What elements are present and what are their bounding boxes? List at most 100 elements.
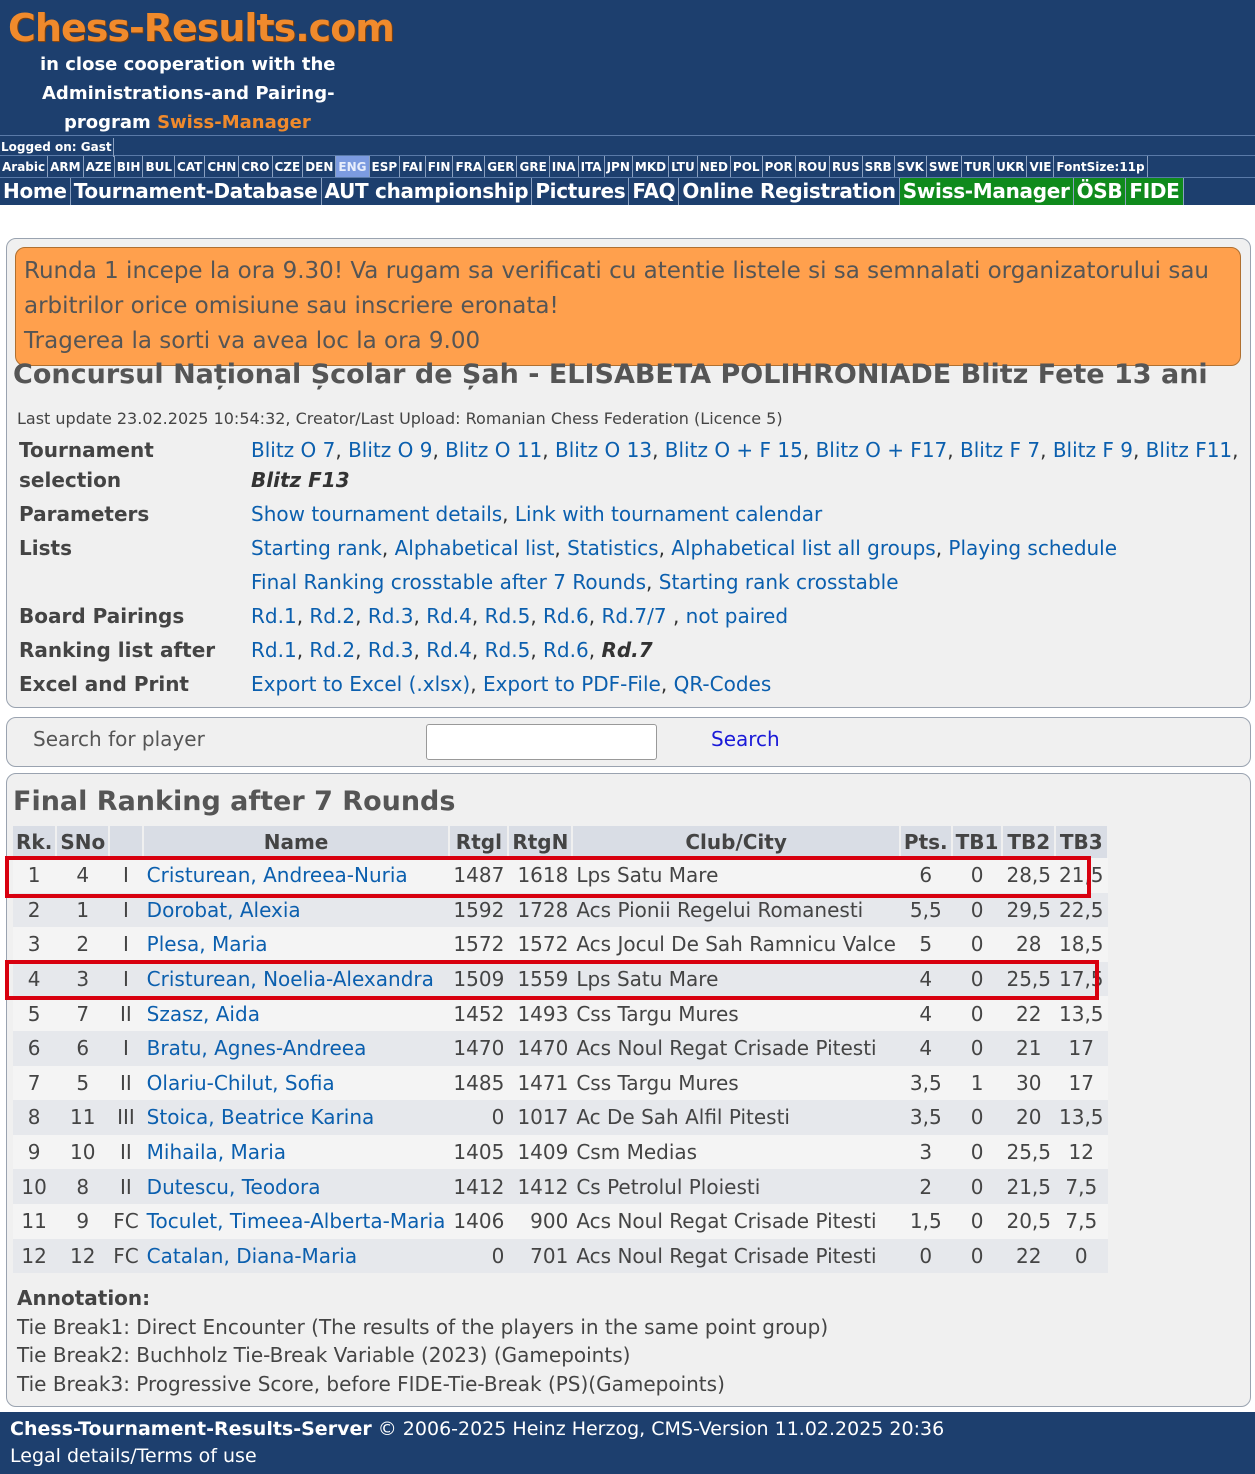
- link-final-ranking-crosstable-after-7-rounds[interactable]: Final Ranking crosstable after 7 Rounds: [251, 570, 646, 594]
- link-alphabetical-list-all-groups[interactable]: Alphabetical list all groups: [671, 536, 935, 560]
- language-mkd[interactable]: MKD: [633, 156, 670, 177]
- link-rd-6[interactable]: Rd.6: [543, 638, 589, 662]
- language-por[interactable]: POR: [763, 156, 796, 177]
- link-blitz-o-7[interactable]: Blitz O 7: [251, 438, 335, 462]
- language-rus[interactable]: RUS: [830, 156, 863, 177]
- link-blitz-o-9[interactable]: Blitz O 9: [348, 438, 432, 462]
- link-rd-5[interactable]: Rd.5: [485, 604, 531, 628]
- menu-item-faq[interactable]: FAQ: [629, 178, 680, 205]
- link-alphabetical-list[interactable]: Alphabetical list: [395, 536, 555, 560]
- language-bih[interactable]: BIH: [115, 156, 144, 177]
- link-rd-2[interactable]: Rd.2: [309, 604, 355, 628]
- menu-item-swiss-manager[interactable]: Swiss-Manager: [899, 178, 1074, 205]
- player-link[interactable]: Catalan, Diana-Maria: [147, 1244, 357, 1268]
- link-blitz-o-f17[interactable]: Blitz O + F17: [816, 438, 948, 462]
- param-label: Ranking list after: [19, 638, 216, 662]
- link-starting-rank[interactable]: Starting rank: [251, 536, 382, 560]
- language-ukr[interactable]: UKR: [994, 156, 1028, 177]
- menu-item-tournament-database[interactable]: Tournament-Database: [71, 178, 322, 205]
- link-not-paired[interactable]: not paired: [686, 604, 788, 628]
- language-fin[interactable]: FIN: [426, 156, 454, 177]
- link-rd-7-7[interactable]: Rd.7/7: [601, 604, 673, 628]
- language-aze[interactable]: AZE: [84, 156, 115, 177]
- player-name-cell: Catalan, Diana-Maria: [142, 1238, 450, 1274]
- language-arm[interactable]: ARM: [48, 156, 84, 177]
- language-vie[interactable]: VIE: [1027, 156, 1055, 177]
- player-link[interactable]: Cristurean, Andreea-Nuria: [147, 863, 408, 887]
- menu-item-home[interactable]: Home: [0, 178, 71, 205]
- language-den[interactable]: DEN: [303, 156, 337, 177]
- language-eng[interactable]: ENG: [336, 156, 370, 177]
- link-link-with-tournament-calendar[interactable]: Link with tournament calendar: [515, 502, 822, 526]
- link-starting-rank-crosstable[interactable]: Starting rank crosstable: [659, 570, 899, 594]
- language-swe[interactable]: SWE: [927, 156, 962, 177]
- language-arabic[interactable]: Arabic: [0, 156, 49, 177]
- player-link[interactable]: Toculet, Timeea-Alberta-Maria: [147, 1209, 446, 1233]
- language-fai[interactable]: FAI: [400, 156, 426, 177]
- link-playing-schedule[interactable]: Playing schedule: [948, 536, 1117, 560]
- param-row-lists: Lists Starting rank, Alphabetical list, …: [19, 533, 1244, 597]
- language-gre[interactable]: GRE: [517, 156, 550, 177]
- language-rou[interactable]: ROU: [796, 156, 830, 177]
- column-header-tb2: TB2: [1002, 826, 1056, 858]
- language-ger[interactable]: GER: [485, 156, 518, 177]
- site-logo[interactable]: Chess-Results.com in close cooperation w…: [8, 6, 395, 137]
- menu-item-pictures[interactable]: Pictures: [532, 178, 630, 205]
- language-svk[interactable]: SVK: [895, 156, 927, 177]
- link-rd-3[interactable]: Rd.3: [368, 604, 414, 628]
- language-ina[interactable]: INA: [550, 156, 579, 177]
- menu-item-fide[interactable]: FIDE: [1126, 178, 1184, 205]
- menu-item-online-registration[interactable]: Online Registration: [679, 178, 900, 205]
- link-blitz-o-11[interactable]: Blitz O 11: [445, 438, 542, 462]
- language-fontsize-11p[interactable]: FontSize:11p: [1054, 156, 1148, 177]
- link-export-to-excel-xlsx[interactable]: Export to Excel (.xlsx): [251, 672, 470, 696]
- language-chn[interactable]: CHN: [205, 156, 240, 177]
- player-link[interactable]: Bratu, Agnes-Andreea: [147, 1036, 367, 1060]
- link-qr-codes[interactable]: QR-Codes: [674, 672, 772, 696]
- link-blitz-f-9[interactable]: Blitz F 9: [1053, 438, 1133, 462]
- language-srb[interactable]: SRB: [863, 156, 895, 177]
- link-rd-4[interactable]: Rd.4: [426, 638, 472, 662]
- language-tur[interactable]: TUR: [962, 156, 995, 177]
- link-rd-1[interactable]: Rd.1: [251, 604, 297, 628]
- language-cat[interactable]: CAT: [175, 156, 206, 177]
- menu-item-aut-championship[interactable]: AUT championship: [322, 178, 533, 205]
- language-ita[interactable]: ITA: [579, 156, 605, 177]
- cell-sno: 5: [56, 1065, 110, 1101]
- language-bul[interactable]: BUL: [143, 156, 175, 177]
- language-ltu[interactable]: LTU: [669, 156, 698, 177]
- link-rd-5[interactable]: Rd.5: [485, 638, 531, 662]
- link-rd-6[interactable]: Rd.6: [543, 604, 589, 628]
- player-link[interactable]: Dutescu, Teodora: [147, 1175, 321, 1199]
- player-link[interactable]: Stoica, Beatrice Karina: [147, 1105, 375, 1129]
- link-show-tournament-details[interactable]: Show tournament details: [251, 502, 502, 526]
- language-fra[interactable]: FRA: [453, 156, 486, 177]
- search-input[interactable]: [426, 724, 657, 760]
- player-link[interactable]: Szasz, Aida: [147, 1002, 260, 1026]
- link-rd-4[interactable]: Rd.4: [426, 604, 472, 628]
- language-cro[interactable]: CRO: [239, 156, 273, 177]
- link-blitz-o-f-15[interactable]: Blitz O + F 15: [665, 438, 803, 462]
- link-blitz-o-13[interactable]: Blitz O 13: [555, 438, 652, 462]
- search-button[interactable]: Search: [711, 727, 780, 751]
- link-rd-2[interactable]: Rd.2: [309, 638, 355, 662]
- footer-legal-link[interactable]: Legal details/Terms of use: [10, 1443, 1245, 1470]
- language-cze[interactable]: CZE: [273, 156, 304, 177]
- menu-item-sb[interactable]: ÖSB: [1073, 178, 1127, 205]
- link-blitz-f11[interactable]: Blitz F11: [1146, 438, 1232, 462]
- language-esp[interactable]: ESP: [370, 156, 401, 177]
- language-jpn[interactable]: JPN: [605, 156, 633, 177]
- link-rd-3[interactable]: Rd.3: [368, 638, 414, 662]
- player-link[interactable]: Cristurean, Noelia-Alexandra: [147, 967, 434, 991]
- player-link[interactable]: Mihaila, Maria: [147, 1140, 286, 1164]
- link-blitz-f-7[interactable]: Blitz F 7: [960, 438, 1040, 462]
- player-link[interactable]: Olariu-Chilut, Sofia: [147, 1071, 335, 1095]
- language-ned[interactable]: NED: [698, 156, 731, 177]
- link-statistics[interactable]: Statistics: [567, 536, 658, 560]
- player-link[interactable]: Dorobat, Alexia: [147, 898, 301, 922]
- link-rd-1[interactable]: Rd.1: [251, 638, 297, 662]
- annotation: Annotation: Tie Break1: Direct Encounter…: [17, 1284, 828, 1398]
- player-link[interactable]: Plesa, Maria: [147, 932, 268, 956]
- link-export-to-pdf-file[interactable]: Export to PDF-File: [483, 672, 661, 696]
- language-pol[interactable]: POL: [731, 156, 763, 177]
